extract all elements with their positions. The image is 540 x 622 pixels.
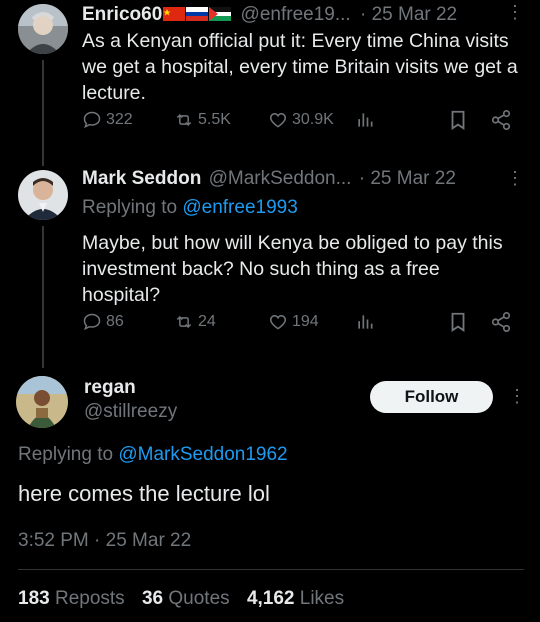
main-author-name[interactable]: regan: [84, 377, 136, 399]
main-more-icon[interactable]: ⋮: [508, 386, 526, 407]
replying-to-link[interactable]: @enfree1993: [182, 197, 297, 218]
quotes-count: 36: [141, 588, 164, 609]
tweet2-text: Maybe, but how will Kenya be obliged to …: [82, 232, 503, 306]
reposts-count: 183: [18, 588, 50, 609]
quotes-label: Quotes: [168, 588, 230, 609]
tweet1-more-icon[interactable]: ⋮: [506, 2, 524, 23]
flags: [162, 4, 232, 25]
main-tweet-text: here comes the lecture lol: [18, 481, 270, 506]
quotes-stat[interactable]: 36 Quotes: [142, 588, 230, 609]
views-button[interactable]: [355, 110, 375, 130]
tweet1-author-name[interactable]: Enrico60: [82, 4, 162, 25]
bookmark-button[interactable]: [447, 109, 469, 131]
like-button[interactable]: 194: [268, 312, 319, 332]
palestine-flag-icon: [209, 7, 232, 21]
reply-button[interactable]: 322: [82, 110, 133, 130]
russia-flag-icon: [186, 7, 209, 21]
tweet1-handle[interactable]: @enfree19...: [241, 4, 351, 25]
share-button[interactable]: [490, 109, 512, 131]
reply-count: 86: [106, 313, 124, 330]
views-icon: [358, 113, 373, 127]
tweet2-more-icon[interactable]: ⋮: [506, 168, 524, 189]
like-count: 30.9K: [292, 111, 334, 128]
bookmark-button[interactable]: [447, 311, 469, 333]
tweet1-date[interactable]: · 25 Mar 22: [360, 4, 457, 25]
avatar-enrico[interactable]: [18, 4, 68, 54]
reply-icon: [83, 313, 101, 331]
like-button[interactable]: 30.9K: [268, 110, 334, 130]
replying-to-label: Replying to: [18, 444, 114, 465]
tweet1-text: As a Kenyan official put it: Every time …: [82, 30, 518, 104]
main-timestamp[interactable]: 3:52 PM · 25 Mar 22: [18, 530, 191, 552]
divider: [18, 569, 524, 570]
reposts-stat[interactable]: 183 Reposts: [18, 588, 125, 609]
repost-button[interactable]: 5.5K: [174, 110, 231, 130]
avatar-image: [18, 4, 68, 54]
avatar-mark-seddon[interactable]: [18, 170, 68, 220]
heart-icon: [269, 112, 287, 128]
likes-count: 4,162: [246, 588, 295, 609]
main-author-handle[interactable]: @stillreezy: [84, 401, 177, 423]
avatar-image: [18, 170, 68, 220]
reply-icon: [83, 111, 101, 129]
heart-icon: [269, 314, 287, 330]
avatar-regan[interactable]: [16, 376, 68, 428]
main-replying-line: Replying to @MarkSeddon1962: [18, 444, 288, 466]
tweet1-header: Enrico60 @enfree19... · 25 Mar 22: [82, 4, 457, 26]
likes-stat[interactable]: 4,162 Likes: [247, 588, 344, 609]
reply-count: 322: [106, 111, 133, 128]
china-flag-icon: [163, 7, 186, 21]
share-icon: [491, 312, 511, 332]
follow-button[interactable]: Follow: [370, 381, 493, 413]
avatar-image: [16, 376, 68, 428]
like-count: 194: [292, 313, 319, 330]
tweet2-header: Mark Seddon @MarkSeddon... · 25 Mar 22: [82, 168, 456, 190]
tweet2-date[interactable]: · 25 Mar 22: [359, 168, 456, 189]
repost-icon: [176, 315, 192, 329]
reposts-label: Reposts: [54, 588, 125, 609]
thread-line-2: [42, 226, 44, 368]
repost-count: 24: [198, 313, 216, 330]
tweet2-replying-line: Replying to @enfree1993: [82, 197, 298, 219]
reply-button[interactable]: 86: [82, 312, 124, 332]
engagement-stats: 183 Reposts 36 Quotes 4,162 Likes: [18, 588, 344, 610]
repost-icon: [176, 113, 192, 127]
bookmark-icon: [451, 110, 465, 130]
views-button[interactable]: [355, 312, 375, 332]
repost-button[interactable]: 24: [174, 312, 216, 332]
share-icon: [491, 110, 511, 130]
likes-label: Likes: [299, 588, 345, 609]
replying-to-link[interactable]: @MarkSeddon1962: [118, 444, 287, 465]
views-icon: [358, 315, 373, 329]
tweet2-handle[interactable]: @MarkSeddon...: [209, 168, 352, 189]
bookmark-icon: [451, 312, 465, 332]
replying-to-label: Replying to: [82, 197, 178, 218]
thread-line-1: [42, 60, 44, 166]
share-button[interactable]: [490, 311, 512, 333]
repost-count: 5.5K: [198, 111, 231, 128]
tweet2-author-name[interactable]: Mark Seddon: [82, 168, 201, 189]
